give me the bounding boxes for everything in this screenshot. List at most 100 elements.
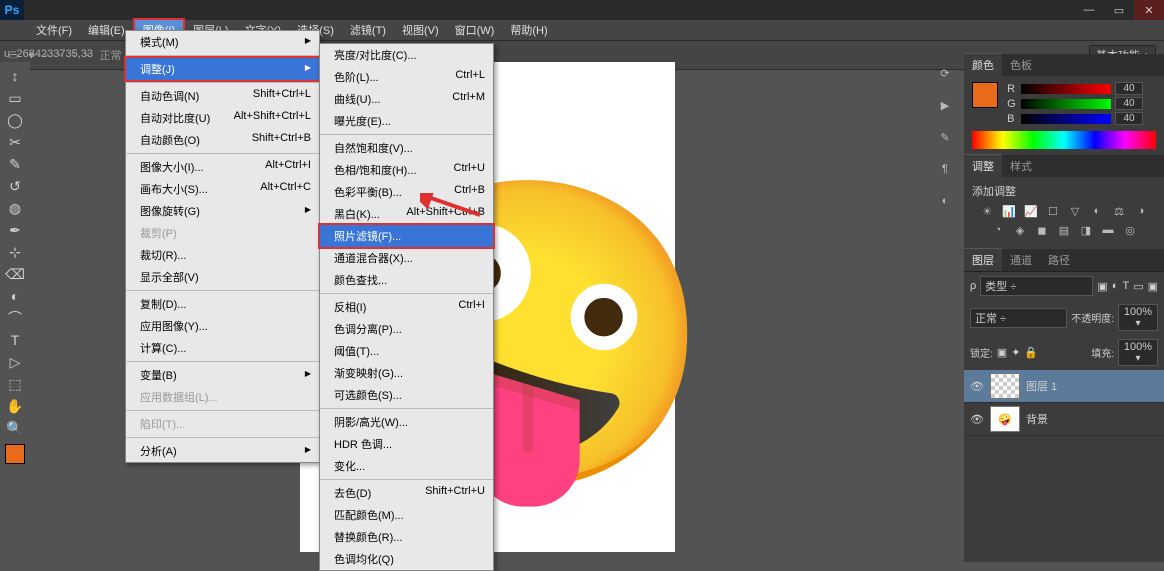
adj-photofilter-icon[interactable]: ◔ bbox=[990, 224, 1006, 237]
menuitem[interactable]: 替换颜色(R)... bbox=[320, 526, 493, 548]
menuitem[interactable]: 图像旋转(G) bbox=[126, 200, 319, 222]
tool-0[interactable]: ↕ bbox=[4, 66, 26, 86]
tab-styles[interactable]: 样式 bbox=[1002, 155, 1040, 177]
tool-13[interactable]: ▷ bbox=[4, 352, 26, 372]
adjustments-submenu[interactable]: 亮度/对比度(C)...色阶(L)...Ctrl+L曲线(U)...Ctrl+M… bbox=[319, 43, 494, 571]
menu-9[interactable]: 帮助(H) bbox=[502, 20, 555, 40]
tool-14[interactable]: ⬚ bbox=[4, 374, 26, 394]
menuitem[interactable]: 自动色调(N)Shift+Ctrl+L bbox=[126, 85, 319, 107]
menuitem[interactable]: 分析(A) bbox=[126, 440, 319, 462]
tab-adjustments[interactable]: 调整 bbox=[964, 154, 1002, 177]
menu-6[interactable]: 滤镜(T) bbox=[342, 20, 394, 40]
fill-input[interactable]: 100% ▾ bbox=[1118, 339, 1158, 366]
menuitem[interactable]: 调整(J) bbox=[124, 56, 321, 82]
menuitem[interactable]: 去色(D)Shift+Ctrl+U bbox=[320, 482, 493, 504]
menuitem[interactable]: 色相/饱和度(H)...Ctrl+U bbox=[320, 159, 493, 181]
menu-0[interactable]: 文件(F) bbox=[28, 20, 80, 40]
tool-6[interactable]: ◍ bbox=[4, 198, 26, 218]
close-button[interactable]: ✕ bbox=[1134, 0, 1164, 20]
tool-7[interactable]: ✒ bbox=[4, 220, 26, 240]
visibility-icon[interactable]: 👁 bbox=[970, 380, 984, 393]
menuitem[interactable]: 可选颜色(S)... bbox=[320, 384, 493, 406]
menuitem[interactable]: 匹配颜色(M)... bbox=[320, 504, 493, 526]
adj-vibrance-icon[interactable]: ▽ bbox=[1067, 205, 1083, 218]
tool-4[interactable]: ✎ bbox=[4, 154, 26, 174]
tool-11[interactable]: ⌒ bbox=[4, 308, 26, 328]
menuitem[interactable]: 计算(C)... bbox=[126, 337, 319, 359]
adj-selcolor-icon[interactable]: ◎ bbox=[1122, 224, 1138, 237]
adj-hue-icon[interactable]: ◐ bbox=[1089, 205, 1105, 218]
tab-channels[interactable]: 通道 bbox=[1002, 249, 1040, 271]
tab-color[interactable]: 颜色 bbox=[964, 53, 1002, 76]
menuitem[interactable]: 颜色查找... bbox=[320, 269, 493, 291]
value-b[interactable]: 40 bbox=[1115, 112, 1143, 125]
swatches-icon[interactable]: ◐ bbox=[934, 190, 956, 212]
menuitem[interactable]: 自动对比度(U)Alt+Shift+Ctrl+L bbox=[126, 107, 319, 129]
adj-mixer-icon[interactable]: ◈ bbox=[1012, 224, 1028, 237]
tool-3[interactable]: ✂ bbox=[4, 132, 26, 152]
tab-swatches[interactable]: 色板 bbox=[1002, 54, 1040, 76]
menuitem[interactable]: 显示全部(V) bbox=[126, 266, 319, 288]
tab-layers[interactable]: 图层 bbox=[964, 248, 1002, 271]
menu-7[interactable]: 视图(V) bbox=[394, 20, 447, 40]
brush-icon[interactable]: ✎ bbox=[934, 126, 956, 148]
tool-8[interactable]: ⊹ bbox=[4, 242, 26, 262]
filter-icon2[interactable]: ◐ bbox=[1112, 280, 1119, 292]
foreground-swatch[interactable] bbox=[972, 82, 998, 108]
lock-pixels-icon[interactable]: ▣ bbox=[997, 346, 1007, 359]
layer-thumb[interactable]: 🤪 bbox=[990, 406, 1020, 432]
tool-1[interactable]: ▭ bbox=[4, 88, 26, 108]
menuitem[interactable]: 色阶(L)...Ctrl+L bbox=[320, 66, 493, 88]
filter-icon1[interactable]: ▣ bbox=[1097, 280, 1107, 293]
menuitem[interactable]: 模式(M) bbox=[126, 31, 319, 53]
play-icon[interactable]: ▶ bbox=[934, 94, 956, 116]
lock-all-icon[interactable]: 🔒 bbox=[1024, 346, 1038, 359]
menuitem[interactable]: 应用图像(Y)... bbox=[126, 315, 319, 337]
menuitem[interactable]: 色调均化(Q) bbox=[320, 548, 493, 570]
menuitem[interactable]: 阈值(T)... bbox=[320, 340, 493, 362]
maximize-button[interactable]: ▭ bbox=[1104, 0, 1134, 20]
adj-curves-icon[interactable]: 📈 bbox=[1023, 205, 1039, 218]
value-r[interactable]: 40 bbox=[1115, 82, 1143, 95]
menuitem[interactable]: 照片滤镜(F)... bbox=[318, 223, 495, 249]
minimize-button[interactable]: — bbox=[1074, 0, 1104, 20]
menuitem[interactable]: 变化... bbox=[320, 455, 493, 477]
slider-r[interactable] bbox=[1021, 84, 1111, 94]
menuitem[interactable]: 自动颜色(O)Shift+Ctrl+B bbox=[126, 129, 319, 151]
tool-16[interactable]: 🔍 bbox=[4, 418, 26, 438]
value-g[interactable]: 40 bbox=[1115, 97, 1143, 110]
tab-paths[interactable]: 路径 bbox=[1040, 249, 1078, 271]
fg-color-swatch[interactable] bbox=[5, 444, 25, 464]
menuitem[interactable]: 色彩平衡(B)...Ctrl+B bbox=[320, 181, 493, 203]
lock-pos-icon[interactable]: ✦ bbox=[1011, 346, 1020, 359]
layer-kind-select[interactable]: 类型 ÷ bbox=[980, 276, 1093, 296]
char-icon[interactable]: ¶ bbox=[934, 158, 956, 180]
menuitem[interactable]: 阴影/高光(W)... bbox=[320, 411, 493, 433]
menuitem[interactable]: 图像大小(I)...Alt+Ctrl+I bbox=[126, 156, 319, 178]
menuitem[interactable]: 通道混合器(X)... bbox=[320, 247, 493, 269]
menuitem[interactable]: 裁切(R)... bbox=[126, 244, 319, 266]
menuitem[interactable]: 渐变映射(G)... bbox=[320, 362, 493, 384]
tool-15[interactable]: ✋ bbox=[4, 396, 26, 416]
adj-poster-icon[interactable]: ▤ bbox=[1056, 224, 1072, 237]
adj-thresh-icon[interactable]: ◨ bbox=[1078, 224, 1094, 237]
blend-mode-select[interactable]: 正常 ÷ bbox=[970, 308, 1067, 328]
tool-10[interactable]: ◐ bbox=[4, 286, 26, 306]
visibility-icon[interactable]: 👁 bbox=[970, 413, 984, 426]
tool-12[interactable]: T bbox=[4, 330, 26, 350]
color-spectrum[interactable] bbox=[972, 131, 1156, 149]
tool-2[interactable]: ◯ bbox=[4, 110, 26, 130]
menuitem[interactable]: 复制(D)... bbox=[126, 293, 319, 315]
adj-gradmap-icon[interactable]: ▬ bbox=[1100, 224, 1116, 237]
tool-5[interactable]: ↺ bbox=[4, 176, 26, 196]
menuitem[interactable]: 曝光度(E)... bbox=[320, 110, 493, 132]
menuitem[interactable]: 黑白(K)...Alt+Shift+Ctrl+B bbox=[320, 203, 493, 225]
layer-row[interactable]: 👁🤪背景 bbox=[964, 403, 1164, 436]
menuitem[interactable]: 曲线(U)...Ctrl+M bbox=[320, 88, 493, 110]
adj-exposure-icon[interactable]: ☐ bbox=[1045, 205, 1061, 218]
slider-b[interactable] bbox=[1021, 114, 1111, 124]
menuitem[interactable]: 变量(B) bbox=[126, 364, 319, 386]
tool-9[interactable]: ⌫ bbox=[4, 264, 26, 284]
adj-bw-icon[interactable]: ◑ bbox=[1133, 205, 1149, 218]
menuitem[interactable]: 画布大小(S)...Alt+Ctrl+C bbox=[126, 178, 319, 200]
